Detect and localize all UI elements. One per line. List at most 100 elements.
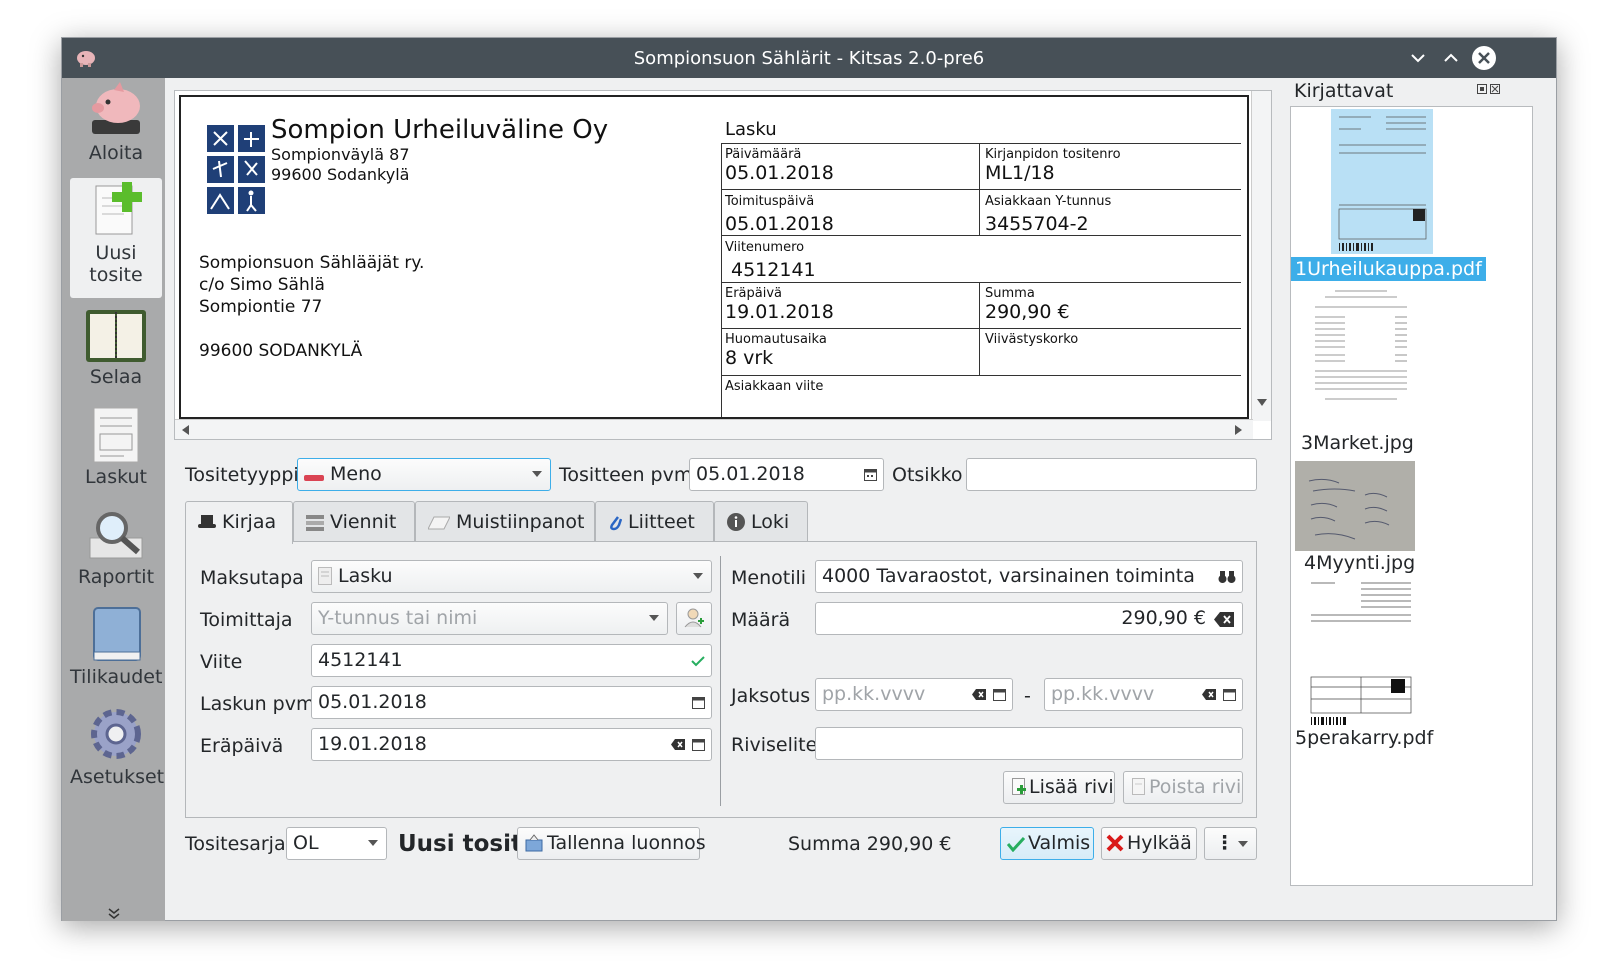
due-date-input[interactable]: 19.01.2018 xyxy=(311,728,712,761)
more-menu-button[interactable]: ⋮ xyxy=(1204,827,1257,860)
supplier-placeholder: Y-tunnus tai nimi xyxy=(318,607,478,629)
clear-icon[interactable] xyxy=(972,689,986,700)
row-description-input[interactable] xyxy=(815,727,1243,760)
add-row-label: Lisää rivi xyxy=(1029,776,1114,798)
period-from-input[interactable]: pp.kk.vvvv xyxy=(815,678,1013,711)
add-supplier-button[interactable] xyxy=(676,602,712,635)
attachment-name[interactable]: 1Urheilukauppa.pdf xyxy=(1291,257,1486,281)
sidebar-item-tilikaudet[interactable]: Tilikaudet xyxy=(70,604,162,700)
sidebar-item-laskut[interactable]: Laskut xyxy=(70,404,162,500)
ready-label: Valmis xyxy=(1028,832,1091,854)
period-to-input[interactable]: pp.kk.vvvv xyxy=(1044,678,1243,711)
voucher-type-select[interactable]: Meno xyxy=(297,458,551,491)
backspace-icon[interactable] xyxy=(1214,612,1234,627)
sidebar-item-raportit[interactable]: Raportit xyxy=(70,504,162,600)
due-date-value: 19.01.2018 xyxy=(318,733,427,755)
scroll-left-icon[interactable] xyxy=(181,425,189,435)
remove-row-label: Poista rivi xyxy=(1149,776,1242,798)
reject-button[interactable]: Hylkää xyxy=(1101,827,1197,860)
maximize-button[interactable] xyxy=(1439,46,1463,70)
sidebar-item-label-line1: Uusi xyxy=(95,242,137,264)
minimize-button[interactable] xyxy=(1406,46,1430,70)
series-label: Tositesarja xyxy=(185,833,286,855)
preview-horizontal-scrollbar[interactable] xyxy=(175,419,1253,439)
check-icon xyxy=(691,656,705,667)
attachment-name[interactable]: 3Market.jpg xyxy=(1301,432,1414,454)
chevron-up-icon xyxy=(1444,53,1458,62)
window-title: Sompionsuon Sählärit - Kitsas 2.0-pre6 xyxy=(633,48,985,69)
delivery-label: Toimituspäivä xyxy=(725,194,815,209)
photo-thumbnail-icon xyxy=(1295,461,1415,551)
reject-x-icon xyxy=(1106,834,1124,857)
chevron-down-icon xyxy=(1411,54,1425,63)
tab-kirjaa[interactable]: Kirjaa xyxy=(185,501,293,544)
float-panel-icon[interactable] xyxy=(1477,84,1487,94)
sidebar-item-selaa[interactable]: Selaa xyxy=(70,306,162,402)
ref-value: 4512141 xyxy=(318,649,403,671)
attachments-list[interactable]: 1Urheilukauppa.pdf 3Market.jpg 4Myynti.j… xyxy=(1290,106,1533,886)
attachment-name[interactable]: 4Myynti.jpg xyxy=(1304,552,1415,574)
invoice-document: Sompion Urheiluväline Oy Sompionväylä 87… xyxy=(179,95,1249,419)
sidebar-more-button[interactable] xyxy=(62,906,165,924)
calendar-icon[interactable] xyxy=(993,689,1006,701)
close-icon xyxy=(1478,52,1490,64)
calendar-icon[interactable] xyxy=(692,739,705,751)
series-select[interactable]: OL xyxy=(286,827,387,860)
tab-liitteet[interactable]: Liitteet xyxy=(595,501,714,542)
calendar-icon[interactable] xyxy=(1223,689,1236,701)
invoice-date-input[interactable]: 05.01.2018 xyxy=(311,686,712,719)
attachment-thumbnail[interactable] xyxy=(1331,109,1433,254)
document-preview[interactable]: Sompion Urheiluväline Oy Sompionväylä 87… xyxy=(174,90,1272,440)
supplier-label: Toimittaja xyxy=(200,609,293,631)
title-input[interactable] xyxy=(966,458,1257,491)
calendar-book-icon xyxy=(86,310,146,362)
clear-icon[interactable] xyxy=(671,739,685,750)
account-value: 4000 Tavaraostot, varsinainen toiminta xyxy=(822,565,1195,587)
due-date-label: Eräpäivä xyxy=(200,735,284,757)
voucher-date-value: 05.01.2018 xyxy=(696,463,805,485)
scroll-right-icon[interactable] xyxy=(1235,425,1243,435)
sidebar-item-aloita[interactable]: Aloita xyxy=(70,80,162,176)
ready-button[interactable]: Valmis xyxy=(1000,827,1094,860)
add-person-icon xyxy=(684,608,704,628)
due-label: Eräpäivä xyxy=(725,286,783,301)
new-document-icon xyxy=(95,182,142,235)
remove-row-button[interactable]: Poista rivi xyxy=(1123,771,1243,804)
ref-label: Viite xyxy=(200,651,243,673)
payment-select[interactable]: Lasku xyxy=(311,560,712,593)
attachment-thumbnail[interactable] xyxy=(1305,577,1417,727)
sport-logo-icon xyxy=(207,125,265,214)
tab-muistiinpanot[interactable]: Muistiinpanot xyxy=(415,501,595,542)
invoice-date-value: 05.01.2018 xyxy=(318,691,427,713)
save-draft-label: Tallenna luonnos xyxy=(547,832,706,854)
clear-icon[interactable] xyxy=(1202,689,1216,700)
calendar-icon[interactable] xyxy=(692,697,705,709)
ytunnus-label: Asiakkaan Y-tunnus xyxy=(985,194,1112,209)
voucher-date-input[interactable]: 05.01.2018 xyxy=(689,458,884,491)
add-row-button[interactable]: Lisää rivi xyxy=(1003,771,1115,804)
calendar-icon[interactable] xyxy=(864,469,877,481)
payment-value: Lasku xyxy=(338,565,393,587)
tab-viennit[interactable]: Viennit xyxy=(293,501,415,542)
account-label: Menotili xyxy=(731,567,807,589)
close-button[interactable] xyxy=(1472,46,1496,70)
account-input[interactable]: 4000 Tavaraostot, varsinainen toiminta xyxy=(815,560,1243,593)
save-draft-button[interactable]: Tallenna luonnos xyxy=(517,827,706,860)
ref-input[interactable]: 4512141 xyxy=(311,644,712,677)
attachment-thumbnail[interactable] xyxy=(1305,285,1417,415)
tab-loki[interactable]: Loki xyxy=(714,501,808,542)
binoculars-icon[interactable] xyxy=(1218,570,1236,584)
sidebar-item-uusi-tosite[interactable]: Uusi tosite xyxy=(70,178,162,298)
title-label: Otsikko xyxy=(892,464,963,486)
scroll-down-icon[interactable] xyxy=(1257,399,1267,407)
attachment-thumbnail[interactable] xyxy=(1295,461,1415,551)
supplier-select[interactable]: Y-tunnus tai nimi xyxy=(311,602,668,635)
attachment-name[interactable]: 5perakarry.pdf xyxy=(1295,727,1433,749)
amount-input[interactable]: 290,90 € xyxy=(815,602,1243,635)
close-panel-icon[interactable] xyxy=(1490,84,1500,94)
notice-value: 8 vrk xyxy=(725,347,774,369)
voucher-type-value: Meno xyxy=(330,463,382,485)
period-dash: - xyxy=(1024,685,1031,707)
preview-vertical-scrollbar[interactable] xyxy=(1251,91,1271,421)
sidebar-item-asetukset[interactable]: Asetukset xyxy=(70,704,164,800)
